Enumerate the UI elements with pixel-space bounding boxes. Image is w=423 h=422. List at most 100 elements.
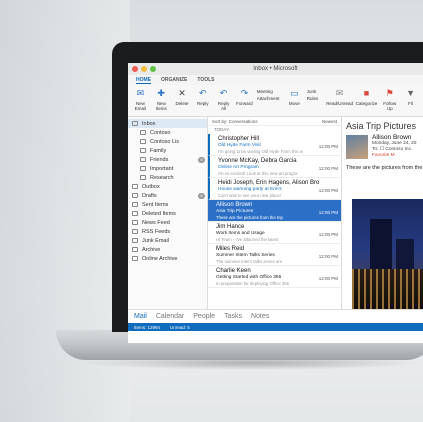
folder-icon <box>132 229 138 234</box>
window-title: Inbox • Microsoft <box>253 66 298 72</box>
message-time: 12:00 PM <box>318 276 338 281</box>
folder-icon <box>140 166 146 171</box>
folder-item[interactable]: Junk Email <box>128 236 207 245</box>
module-people[interactable]: People <box>193 313 215 320</box>
follow-up-button[interactable]: ⚑ Follow Up <box>381 87 398 111</box>
filter-button[interactable]: ▼ Fil <box>402 87 419 106</box>
folder-label: Family <box>150 147 167 154</box>
reply-icon: ↶ <box>199 87 207 98</box>
meeting-button[interactable]: Meeting <box>257 89 282 94</box>
list-item[interactable]: Christopher Hill Old Hyde Farm Visit I'm g… <box>208 134 341 156</box>
folder-label: Contoso <box>150 129 171 136</box>
folder-item[interactable]: News Feed <box>128 218 207 227</box>
minimize-button[interactable] <box>141 66 147 72</box>
folder-item[interactable]: Contoso Lis <box>128 137 207 146</box>
close-button[interactable] <box>132 66 138 72</box>
message-time: 12:00 PM <box>318 254 338 259</box>
envelope-icon: ✉ <box>136 87 145 98</box>
forward-button[interactable]: ↷ Forward <box>236 87 253 106</box>
list-item[interactable]: Jim Hance Work Items and Usage Hi Team - I… <box>208 222 341 244</box>
reply-all-icon: ↶ <box>219 87 228 98</box>
list-item[interactable]: Heidi Joseph, Erin Hagens, Alison Bro Hou… <box>208 178 341 200</box>
message-rows: Christopher Hill Old Hyde Farm Visit I'm g… <box>208 134 341 288</box>
list-item[interactable]: Miles Reid Summer Intern Talks Series The … <box>208 244 341 266</box>
categorize-button[interactable]: ■ Categorize <box>356 87 378 106</box>
tab-home[interactable]: HOME <box>136 77 151 84</box>
attachment-button[interactable]: Attachment <box>257 96 282 101</box>
new-items-icon: ✚ <box>157 87 165 98</box>
forward-icon: ↷ <box>240 87 249 98</box>
list-item[interactable]: Yvonne McKay, Debra Garcia Online Art Pro… <box>208 156 341 178</box>
street-lights <box>352 269 423 309</box>
rules-button[interactable]: Rules <box>307 96 324 101</box>
folder-item[interactable]: Research <box>128 173 207 182</box>
ribbon-small-group: Meeting Attachment <box>257 89 282 101</box>
category-label: Favorite M <box>372 153 395 158</box>
folder-item[interactable]: RSS Feeds <box>128 227 207 236</box>
message-preview: These are the pictures from the trip <box>216 215 283 220</box>
flag-icon: ⚑ <box>385 87 394 98</box>
avatar <box>346 135 368 159</box>
delete-button[interactable]: ✕ Delete <box>174 87 191 106</box>
new-email-button[interactable]: ✉ New Email <box>132 87 149 111</box>
module-calendar[interactable]: Calendar <box>156 313 184 320</box>
delete-icon: ✕ <box>178 87 186 98</box>
message-preview: The summer intern talks series are <box>216 259 283 264</box>
list-item[interactable]: Allison Brown Asia Trip Pictures These are… <box>208 200 341 222</box>
sender-info: Allison Brown Monday, June 24, 20 To: ☐ … <box>372 134 416 159</box>
read-unread-button[interactable]: ✉ Read/Unread <box>326 87 353 106</box>
folder-item[interactable]: Inbox <box>128 119 207 128</box>
folder-item[interactable]: Online Archive <box>128 254 207 263</box>
zoom-button[interactable] <box>150 66 156 72</box>
unread-badge: 6 <box>198 192 205 199</box>
read-unread-icon: ✉ <box>335 87 344 98</box>
message-sender: Charlie Keen <box>216 268 251 274</box>
folder-label: News Feed <box>142 219 170 226</box>
folder-icon <box>132 184 138 189</box>
reading-pane: Asia Trip Pictures Allison Brown Monday,… <box>342 117 423 309</box>
folder-icon <box>132 193 138 198</box>
folder-label: Research <box>150 174 174 181</box>
folder-item[interactable]: Friends 8 <box>128 155 207 164</box>
module-mail[interactable]: Mail <box>134 313 147 320</box>
folder-label: Outbox <box>142 183 160 190</box>
move-button[interactable]: ▭ Move <box>286 87 303 106</box>
tab-tools[interactable]: TOOLS <box>197 77 214 83</box>
reply-all-button[interactable]: ↶ Reply All <box>215 87 232 111</box>
message-sender: Allison Brown <box>216 202 253 208</box>
folder-item[interactable]: Drafts 6 <box>128 191 207 200</box>
message-preview: Can't wait to see your new place! <box>218 193 281 198</box>
module-tasks[interactable]: Tasks <box>224 313 242 320</box>
city-photo <box>352 199 423 309</box>
folder-item[interactable]: Archive <box>128 245 207 254</box>
folder-label: Deleted Items <box>142 210 176 217</box>
folder-item[interactable]: Family <box>128 146 207 155</box>
window-controls <box>132 66 156 72</box>
reply-button[interactable]: ↶ Reply <box>194 87 211 106</box>
folder-label: Drafts <box>142 192 157 199</box>
sort-order[interactable]: Newest <box>322 119 337 124</box>
list-item[interactable]: Charlie Keen Getting Started with Office … <box>208 266 341 288</box>
message-sender: Heidi Joseph, Erin Hagens, Alison Bro <box>218 180 320 186</box>
folder-icon <box>140 139 146 144</box>
message-preview: Hi Team - I've attached the latest <box>216 237 279 242</box>
folder-item[interactable]: Deleted Items <box>128 209 207 218</box>
folder-icon <box>140 175 146 180</box>
folder-icon: ▭ <box>290 87 299 98</box>
message-title: Asia Trip Pictures <box>346 121 417 131</box>
folder-item[interactable]: Important <box>128 164 207 173</box>
folder-item[interactable]: Contoso <box>128 128 207 137</box>
item-count: Items: 12994 <box>134 324 161 330</box>
module-notes[interactable]: Notes <box>251 313 269 320</box>
group-today: TODAY <box>214 127 230 132</box>
new-items-button[interactable]: ✚ New Items <box>153 87 170 111</box>
sort-dropdown[interactable]: Sort by: Conversations <box>212 119 258 124</box>
folder-icon <box>140 130 146 135</box>
message-sender: Jim Hance <box>216 224 245 230</box>
list-header: Sort by: Conversations Newest <box>208 117 341 126</box>
folder-item[interactable]: Outbox <box>128 182 207 191</box>
tab-organize[interactable]: ORGANIZE <box>161 77 187 83</box>
junk-button[interactable]: Junk <box>307 89 324 94</box>
folder-pane: Inbox Contoso Contoso Lis Family Friends 8 Imp… <box>128 117 208 309</box>
folder-item[interactable]: Sent Items <box>128 200 207 209</box>
